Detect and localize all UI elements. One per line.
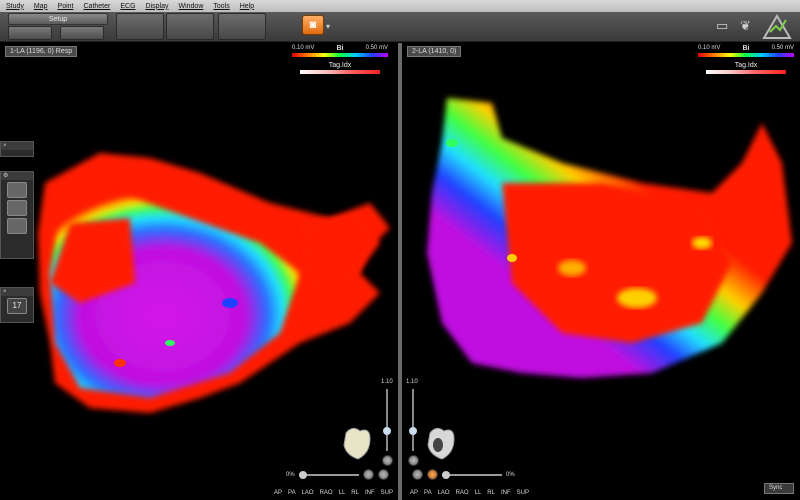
left-view-inf[interactable]: INF: [365, 490, 375, 496]
right-opacity-slider[interactable]: [442, 470, 502, 479]
toolbar-button-3[interactable]: [116, 13, 164, 40]
left-anatomy-map[interactable]: [0, 43, 398, 500]
left-view-button-2[interactable]: [377, 469, 389, 480]
right-opacity-row: 0%: [412, 469, 515, 480]
left-heart-orientation-icon[interactable]: [340, 423, 374, 463]
right-view-ll[interactable]: LL: [475, 490, 482, 496]
menu-window[interactable]: Window: [178, 3, 203, 10]
left-tag-index-bar: [300, 70, 380, 74]
right-view-presets: AP PA LAO RAO LL RL INF SUP: [410, 490, 529, 496]
left-voltage-legend: 0.10 mV Bi 0.50 mV Tag.Idx: [292, 45, 388, 74]
left-zoom-knob[interactable]: [383, 427, 391, 435]
right-zoom-knob[interactable]: [409, 427, 417, 435]
right-voltage-scale: [698, 53, 794, 57]
toolbar-button-4[interactable]: [166, 13, 214, 40]
right-legend-mode: Bi: [742, 45, 750, 52]
sync-dropdown[interactable]: Sync: [764, 483, 794, 494]
system-logo-icon: [762, 14, 792, 39]
left-legend-mode: Bi: [336, 45, 344, 52]
left-view-button-1[interactable]: [362, 469, 374, 480]
left-legend-max: 0.50 mV: [365, 45, 388, 51]
dock-tool-3[interactable]: [7, 218, 27, 234]
camera-icon: ◙: [309, 19, 317, 31]
left-view-rl[interactable]: RL: [351, 490, 359, 496]
left-view-lao[interactable]: LAO: [302, 490, 314, 496]
calendar-icon[interactable]: 17: [7, 298, 27, 314]
left-view-sup[interactable]: SUP: [381, 490, 393, 496]
right-legend-max: 0.50 mV: [771, 45, 794, 51]
dock-panel-1[interactable]: ×: [0, 141, 34, 157]
right-view-button-1[interactable]: [412, 469, 423, 480]
menu-tools[interactable]: Tools: [213, 3, 229, 10]
right-zoom-button[interactable]: [408, 455, 419, 466]
dock-panel-3[interactable]: × 17: [0, 287, 34, 323]
left-opacity-slider[interactable]: [298, 470, 359, 479]
menu-map[interactable]: Map: [34, 3, 48, 10]
toolbar: Setup ◙ ▾ ▭ ❦: [0, 12, 800, 42]
right-view-lao[interactable]: LAO: [438, 490, 450, 496]
left-opacity-value: 0%: [286, 471, 295, 478]
right-view-rao[interactable]: RAO: [456, 490, 469, 496]
left-tag-label: Tag.Idx: [328, 62, 352, 69]
right-anatomy-map[interactable]: [402, 43, 800, 500]
toolbar-button-1[interactable]: [8, 26, 52, 40]
right-view-rl[interactable]: RL: [487, 490, 495, 496]
right-view-button-2[interactable]: [427, 469, 438, 480]
left-view-ll[interactable]: LL: [339, 490, 346, 496]
menu-study[interactable]: Study: [6, 3, 24, 10]
right-zoom-value: 1.10: [406, 379, 418, 385]
right-view-inf[interactable]: INF: [501, 490, 511, 496]
status-leaf-icon[interactable]: ❦: [740, 18, 751, 34]
menu-ecg[interactable]: ECG: [120, 3, 135, 10]
toolbar-button-2[interactable]: [60, 26, 104, 40]
dock-close-icon[interactable]: ×: [1, 142, 33, 150]
menu-bar: Study Map Point Catheter ECG Display Win…: [0, 0, 800, 12]
right-view-ap[interactable]: AP: [410, 490, 418, 496]
right-view-sup[interactable]: SUP: [517, 490, 529, 496]
right-opacity-value: 0%: [506, 471, 515, 478]
left-opacity-row: 0%: [286, 469, 389, 480]
right-map-viewport[interactable]: 2-LA (1410, 0) 0.10 mV Bi 0.50 mV Tag.Id…: [402, 43, 800, 500]
left-map-viewport[interactable]: 1-LA (1196, 0) Resp 0.10 mV Bi 0.50 mV T…: [0, 43, 398, 500]
monitor-icon[interactable]: ▭: [716, 18, 728, 34]
left-voltage-scale: [292, 53, 388, 57]
menu-help[interactable]: Help: [240, 3, 254, 10]
right-heart-orientation-icon[interactable]: [424, 423, 458, 463]
left-opacity-knob[interactable]: [298, 470, 307, 479]
left-view-presets: AP PA LAO RAO LL RL INF SUP: [274, 490, 393, 496]
left-zoom-button[interactable]: [382, 455, 393, 466]
dock-gear-icon[interactable]: ⚙: [1, 172, 33, 180]
right-opacity-knob[interactable]: [442, 470, 450, 479]
right-tag-label: Tag.Idx: [734, 62, 758, 69]
right-legend-min: 0.10 mV: [698, 45, 721, 51]
dock-panel-2[interactable]: ⚙: [0, 171, 34, 259]
menu-catheter[interactable]: Catheter: [84, 3, 111, 10]
toolbar-button-5[interactable]: [218, 13, 266, 40]
right-map-title[interactable]: 2-LA (1410, 0): [407, 46, 462, 57]
left-legend-min: 0.10 mV: [292, 45, 315, 51]
left-map-title[interactable]: 1-LA (1196, 0) Resp: [5, 46, 78, 57]
right-zoom-slider[interactable]: [409, 389, 417, 451]
menu-point[interactable]: Point: [58, 3, 74, 10]
left-zoom-slider[interactable]: [383, 389, 391, 451]
dock-panel-3-close-icon[interactable]: ×: [1, 288, 33, 296]
right-voltage-legend: 0.10 mV Bi 0.50 mV Tag.Idx: [698, 45, 794, 74]
setup-button[interactable]: Setup: [8, 13, 108, 25]
dropdown-arrow-icon[interactable]: ▾: [326, 22, 330, 31]
left-view-ap[interactable]: AP: [274, 490, 282, 496]
dock-tool-1[interactable]: [7, 182, 27, 198]
right-tag-index-bar: [706, 70, 786, 74]
left-view-pa[interactable]: PA: [288, 490, 296, 496]
left-view-rao[interactable]: RAO: [320, 490, 333, 496]
dock-tool-2[interactable]: [7, 200, 27, 216]
menu-display[interactable]: Display: [146, 3, 169, 10]
map-capture-button[interactable]: ◙: [302, 15, 324, 35]
right-view-pa[interactable]: PA: [424, 490, 432, 496]
left-zoom-value: 1.10: [381, 379, 393, 385]
